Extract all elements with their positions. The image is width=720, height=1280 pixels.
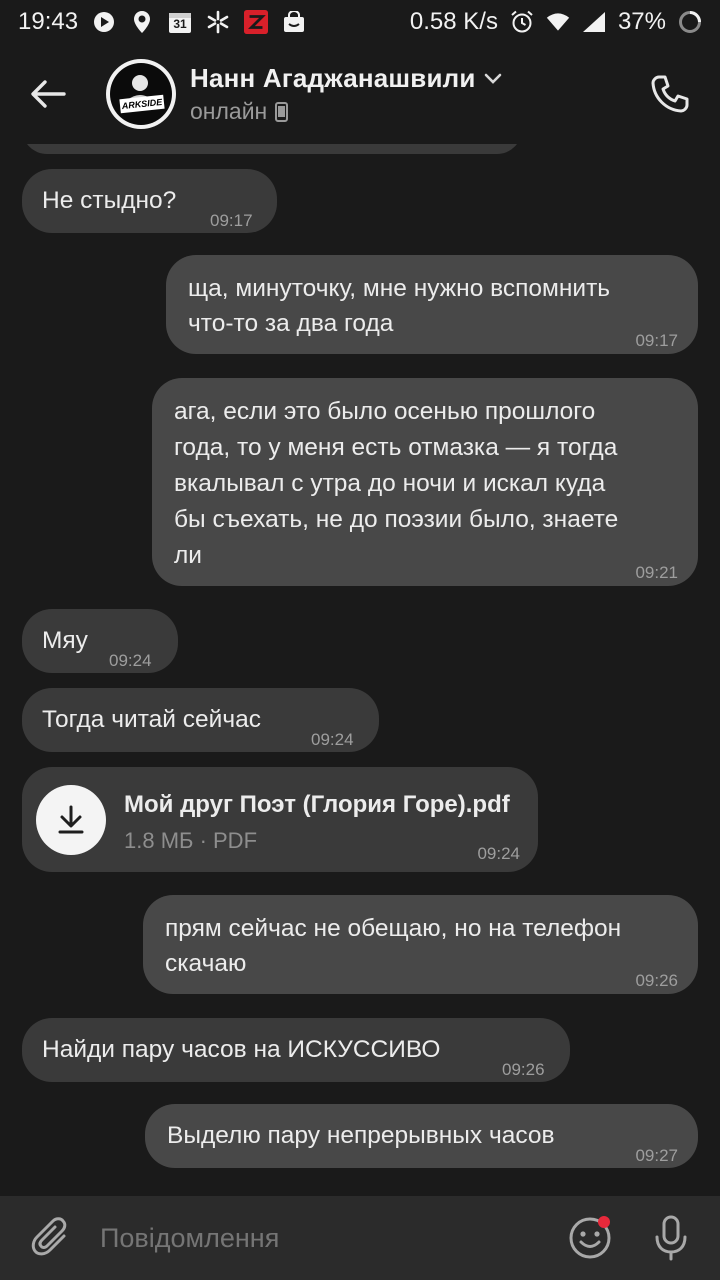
calendar-day: 31	[173, 17, 187, 31]
signal-icon	[582, 10, 606, 34]
message-time: 09:24	[311, 730, 354, 749]
phone-device-icon	[275, 101, 289, 122]
message-text: ли	[174, 542, 202, 569]
file-message[interactable]: Мой друг Поэт (Глория Горе).pdf 1.8 МБ ·…	[22, 767, 538, 872]
play-icon	[92, 10, 116, 34]
download-button[interactable]	[36, 785, 106, 855]
notification-dot	[598, 1216, 610, 1228]
message-text: скачаю	[165, 950, 247, 977]
shop-icon	[282, 10, 306, 34]
message-list[interactable]: Не стыдно? 09:17 ща, минуточку, мне нужн…	[0, 144, 720, 1196]
message-text: года, то у меня есть отмазка — я тогда	[174, 434, 618, 461]
microphone-icon	[655, 1215, 687, 1261]
message-input[interactable]	[100, 1222, 540, 1254]
message-time: 09:17	[210, 211, 253, 230]
battery-percent: 37%	[617, 8, 666, 35]
alarm-icon	[510, 10, 534, 34]
location-icon	[130, 10, 154, 34]
message-bubble[interactable]: прям сейчас не обещаю, но на телефон ска…	[143, 895, 698, 994]
call-button[interactable]	[642, 66, 698, 122]
message-text: ща, минуточку, мне нужно вспомнить	[188, 275, 611, 302]
arrow-left-icon	[31, 80, 66, 108]
message-time: 09:24	[477, 844, 520, 863]
message-bubble[interactable]: Выделю пару непрерывных часов 09:27	[145, 1104, 698, 1168]
contact-name: Нанн Агаджанашвили	[190, 63, 476, 93]
back-button[interactable]	[18, 64, 78, 124]
chat-header: ARKSIDE Нанн Агаджанашвили онлайн	[0, 44, 720, 144]
message-text: прям сейчас не обещаю, но на телефон	[165, 915, 622, 942]
message-text: вкалывал с утра до ночи и искал куда	[174, 470, 606, 497]
attach-button[interactable]	[26, 1213, 76, 1263]
message-time: 09:24	[109, 651, 152, 670]
app-z-icon	[244, 10, 269, 34]
network-speed: 0.58 K/s	[409, 8, 498, 35]
chevron-down-icon	[484, 73, 501, 84]
message-time: 09:26	[502, 1060, 545, 1079]
composer	[0, 1196, 720, 1280]
message-text: Тогда читай сейчас	[42, 706, 261, 733]
message-time: 09:21	[635, 563, 678, 582]
phone-icon	[651, 75, 689, 113]
contact-info[interactable]: Нанн Агаджанашвили онлайн	[190, 63, 502, 125]
file-name: Мой друг Поэт (Глория Горе).pdf	[124, 791, 510, 818]
sparkle-icon	[206, 10, 230, 34]
message-text: ага, если это было осенью прошлого	[174, 398, 596, 425]
battery-icon	[678, 10, 702, 34]
message-text: что-то за два года	[188, 310, 394, 337]
message-bubble[interactable]: ща, минуточку, мне нужно вспомнить что-т…	[166, 255, 698, 354]
message-text: Не стыдно?	[42, 187, 177, 214]
message-time: 09:26	[635, 971, 678, 990]
avatar[interactable]: ARKSIDE	[106, 59, 176, 129]
contact-status: онлайн	[190, 98, 268, 124]
download-icon	[58, 805, 84, 834]
message-bubble[interactable]: Найди пару часов на ИСКУССИВО 09:26	[22, 1018, 570, 1082]
message-text: Найди пару часов на ИСКУССИВО	[42, 1036, 441, 1063]
calendar-icon: 31	[168, 10, 192, 34]
paperclip-icon	[31, 1217, 67, 1256]
message-bubble-partial[interactable]	[22, 144, 522, 154]
message-text: Выделю пару непрерывных часов	[167, 1122, 555, 1149]
voice-message-button[interactable]	[646, 1212, 696, 1264]
message-bubble[interactable]: Мяу 09:24	[22, 609, 178, 673]
message-text: Мяу	[42, 627, 88, 654]
message-time: 09:27	[635, 1146, 678, 1165]
message-text: бы съехать, не до поэзии было, знаете	[174, 506, 619, 533]
emoji-button[interactable]	[566, 1214, 614, 1262]
message-bubble[interactable]: ага, если это было осенью прошлого года,…	[152, 378, 698, 586]
status-bar: 19:43 31 0.58 K/s 37%	[0, 0, 720, 44]
file-meta: 1.8 МБ · PDF	[124, 828, 258, 853]
message-time: 09:17	[635, 331, 678, 350]
status-time: 19:43	[18, 8, 79, 35]
message-bubble[interactable]: Тогда читай сейчас 09:24	[22, 688, 379, 752]
wifi-icon	[546, 10, 570, 34]
message-bubble[interactable]: Не стыдно? 09:17	[22, 169, 277, 233]
